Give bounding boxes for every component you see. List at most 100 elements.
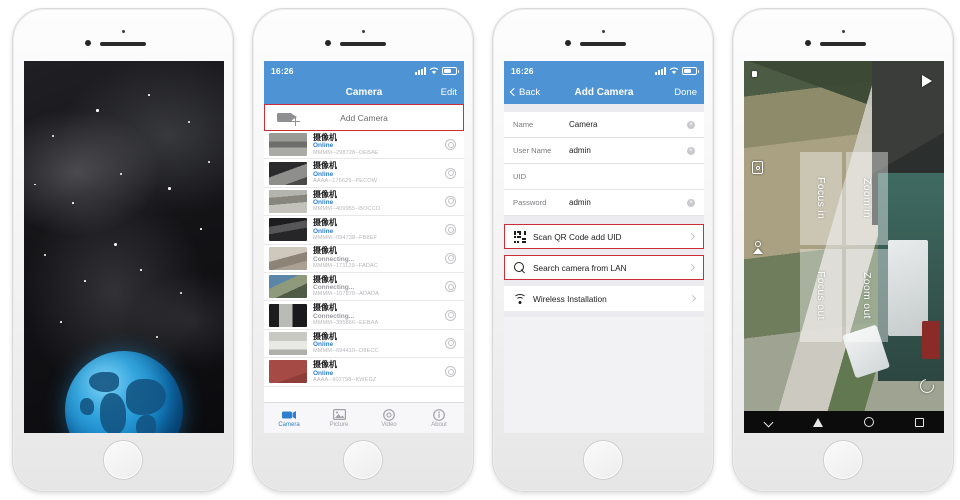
ptz-button-zoom-out[interactable]: Zoom out (846, 249, 888, 342)
camera-thumbnail (269, 331, 307, 355)
field-input-wrap: admin × (569, 198, 695, 207)
clear-field-icon[interactable]: × (687, 120, 695, 129)
form-spacer (504, 216, 704, 224)
camera-thumbnail (269, 133, 307, 157)
camera-uid: MMMM--298728--DEBAE (313, 149, 379, 156)
form-row[interactable]: Password admin × (504, 190, 704, 216)
scan-qr-code-button[interactable]: Scan QR Code add UID (504, 224, 704, 249)
gear-icon[interactable] (445, 224, 456, 236)
back-label: Back (519, 86, 541, 98)
camera-uid: MMMM--395866--EEBAA (313, 319, 379, 326)
ptz-button-focus-in[interactable]: Focus in (800, 152, 842, 245)
field-input[interactable]: Camera (569, 120, 683, 129)
form-row[interactable]: Name Camera × (504, 112, 704, 138)
gear-icon[interactable] (445, 195, 456, 207)
wireless-installation-button[interactable]: Wireless Installation (504, 286, 704, 311)
camera-list-item[interactable]: 摄像机 Connecting... MMMM--107878--ADADA (264, 272, 464, 302)
signal-bars-icon (655, 67, 666, 75)
status-time: 16:26 (511, 65, 534, 76)
front-camera (565, 40, 571, 46)
search-camera-lan-button[interactable]: Search camera from LAN (504, 255, 704, 280)
clear-field-icon[interactable]: × (687, 146, 695, 155)
camera-name: 摄像机 (313, 161, 337, 171)
camera-list-item[interactable]: 摄像机 Online AAAA--176629--PECOW (264, 159, 464, 188)
camera-thumbnail (269, 161, 307, 185)
camera-status: Online (313, 369, 334, 377)
record-icon[interactable] (752, 241, 764, 255)
live-view-screen: Focus in Zoom in Focus out Zoom out (744, 61, 944, 433)
speaker-icon[interactable] (752, 71, 764, 83)
gear-icon[interactable] (445, 167, 456, 179)
form-row[interactable]: UID (504, 164, 704, 190)
home-button[interactable] (103, 440, 143, 480)
camera-uid: MMMM--171129--FADAC (313, 263, 378, 270)
gear-icon[interactable] (445, 337, 456, 349)
chevron-right-icon (687, 232, 696, 241)
tab-picture-label: Picture (329, 422, 349, 428)
camera-list-item[interactable]: 摄像机 Online AAAA--902798--KWEGZ (264, 358, 464, 387)
search-icon (514, 261, 526, 274)
home-button[interactable] (823, 440, 863, 480)
camera-list-item[interactable]: 摄像机 Online MMMM--298728--DEBAE (264, 131, 464, 160)
gear-icon[interactable] (445, 139, 456, 151)
camcorder-icon (264, 408, 314, 421)
home-button[interactable] (343, 440, 383, 480)
back-button[interactable]: Back (509, 86, 541, 98)
camera-status: Connecting... (313, 284, 355, 292)
play-icon[interactable] (922, 75, 932, 87)
gear-icon[interactable] (445, 309, 456, 321)
screenshot-stage: 16:26 Camera Edit Add Camera 摄像机 Online … (0, 0, 960, 500)
field-input[interactable]: admin (569, 198, 683, 207)
done-button[interactable]: Done (674, 87, 697, 98)
camera-name: 摄像机 (313, 274, 337, 284)
edit-button[interactable]: Edit (441, 87, 457, 98)
gear-icon[interactable] (445, 252, 456, 264)
battery-icon (442, 67, 459, 75)
ptz-control-panel[interactable]: Focus in Zoom in Focus out Zoom out (800, 152, 888, 342)
ptz-button-focus-out[interactable]: Focus out (800, 249, 842, 342)
camera-status: Online (313, 142, 334, 150)
camera-thumbnail (269, 303, 307, 327)
camera-list-item[interactable]: 摄像机 Online MMMM--409955--BOCCO (264, 187, 464, 217)
field-input[interactable]: admin (569, 146, 683, 155)
camera-uid: MMMM--094738--FB8EF (313, 234, 378, 241)
field-input-wrap: Camera × (569, 120, 695, 129)
nav-bar: Camera Edit (264, 80, 464, 104)
front-camera (85, 40, 91, 46)
camera-list-item[interactable]: 摄像机 Connecting... MMMM--171129--FADAC (264, 244, 464, 273)
add-camera-button[interactable]: Add Camera (264, 104, 464, 131)
collapse-icon[interactable] (763, 417, 773, 427)
tab-about[interactable]: About (414, 408, 464, 428)
clear-field-icon[interactable]: × (687, 198, 695, 207)
tab-video[interactable]: Video (364, 408, 414, 428)
form-row[interactable]: User Name admin × (504, 138, 704, 164)
scan-qr-code-label: Scan QR Code add UID (533, 231, 622, 242)
ptz-button-zoom-in[interactable]: Zoom in (846, 152, 888, 245)
tab-picture[interactable]: Picture (314, 408, 364, 428)
camera-list-item[interactable]: 摄像机 Online MMMM--094738--FB8EF (264, 216, 464, 245)
page-title: Camera (345, 86, 383, 98)
camera-uid: AAAA--902798--KWEGZ (313, 376, 377, 383)
wireless-installation-label: Wireless Installation (533, 293, 607, 304)
camera-uid: MMMM--694410--D8ECC (313, 348, 379, 355)
camera-info: 摄像机 Connecting... MMMM--395866--EEBAA (313, 304, 439, 326)
snapshot-icon[interactable] (752, 161, 763, 174)
phone-mockup-live-view: Focus in Zoom in Focus out Zoom out (732, 8, 954, 492)
camera-info: 摄像机 Online MMMM--694410--D8ECC (313, 332, 439, 355)
back-icon[interactable] (812, 417, 823, 427)
gear-icon[interactable] (445, 281, 456, 293)
home-button[interactable] (583, 440, 623, 480)
home-icon[interactable] (863, 417, 874, 427)
camera-name: 摄像机 (313, 218, 337, 228)
camera-list-item[interactable]: 摄像机 Connecting... MMMM--395866--EEBAA (264, 301, 464, 330)
camera-list[interactable]: 摄像机 Online MMMM--298728--DEBAE 摄像机 Online AAA… (264, 131, 464, 402)
camera-uid: MMMM--409955--BOCCO (313, 206, 381, 213)
add-camera-screen: 16:26 Back Add Camera Done Name Camera ×… (504, 61, 704, 433)
gear-icon[interactable] (445, 366, 456, 378)
signal-bars-icon (415, 67, 426, 75)
battery-icon (682, 67, 699, 75)
camera-list-item[interactable]: 摄像机 Online MMMM--694410--D8ECC (264, 329, 464, 359)
camcorder-plus-icon (277, 113, 300, 126)
recents-icon[interactable] (914, 417, 924, 427)
tab-camera[interactable]: Camera (264, 408, 314, 428)
